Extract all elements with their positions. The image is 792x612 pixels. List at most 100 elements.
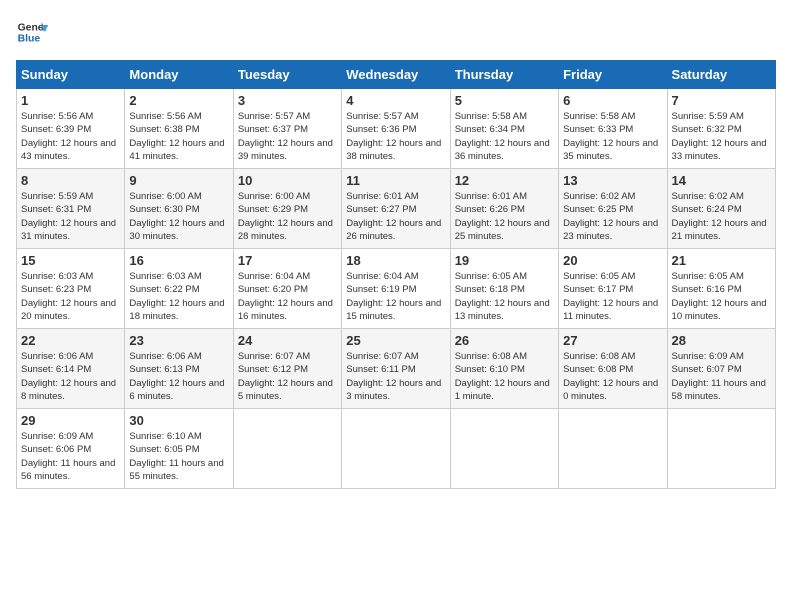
day-number: 4 (346, 93, 445, 108)
day-info: Sunrise: 6:07 AM Sunset: 6:11 PM Dayligh… (346, 350, 445, 403)
day-number: 8 (21, 173, 120, 188)
day-info: Sunrise: 6:06 AM Sunset: 6:14 PM Dayligh… (21, 350, 120, 403)
day-info: Sunrise: 5:59 AM Sunset: 6:31 PM Dayligh… (21, 190, 120, 243)
day-info: Sunrise: 5:58 AM Sunset: 6:34 PM Dayligh… (455, 110, 554, 163)
day-number: 22 (21, 333, 120, 348)
day-info: Sunrise: 6:08 AM Sunset: 6:10 PM Dayligh… (455, 350, 554, 403)
calendar-cell: 13 Sunrise: 6:02 AM Sunset: 6:25 PM Dayl… (559, 169, 667, 249)
calendar-cell: 15 Sunrise: 6:03 AM Sunset: 6:23 PM Dayl… (17, 249, 125, 329)
day-info: Sunrise: 6:03 AM Sunset: 6:22 PM Dayligh… (129, 270, 228, 323)
day-header-friday: Friday (559, 61, 667, 89)
day-number: 20 (563, 253, 662, 268)
calendar-cell (559, 409, 667, 489)
day-number: 13 (563, 173, 662, 188)
day-number: 10 (238, 173, 337, 188)
day-number: 6 (563, 93, 662, 108)
day-info: Sunrise: 6:05 AM Sunset: 6:18 PM Dayligh… (455, 270, 554, 323)
day-number: 1 (21, 93, 120, 108)
day-header-sunday: Sunday (17, 61, 125, 89)
day-number: 19 (455, 253, 554, 268)
day-info: Sunrise: 5:58 AM Sunset: 6:33 PM Dayligh… (563, 110, 662, 163)
day-info: Sunrise: 6:00 AM Sunset: 6:29 PM Dayligh… (238, 190, 337, 243)
day-info: Sunrise: 6:04 AM Sunset: 6:20 PM Dayligh… (238, 270, 337, 323)
day-info: Sunrise: 5:56 AM Sunset: 6:38 PM Dayligh… (129, 110, 228, 163)
calendar-cell: 18 Sunrise: 6:04 AM Sunset: 6:19 PM Dayl… (342, 249, 450, 329)
calendar-cell: 6 Sunrise: 5:58 AM Sunset: 6:33 PM Dayli… (559, 89, 667, 169)
day-header-wednesday: Wednesday (342, 61, 450, 89)
day-number: 16 (129, 253, 228, 268)
day-number: 12 (455, 173, 554, 188)
day-number: 7 (672, 93, 771, 108)
day-number: 2 (129, 93, 228, 108)
day-number: 28 (672, 333, 771, 348)
day-info: Sunrise: 6:01 AM Sunset: 6:27 PM Dayligh… (346, 190, 445, 243)
calendar-cell: 17 Sunrise: 6:04 AM Sunset: 6:20 PM Dayl… (233, 249, 341, 329)
calendar-cell: 12 Sunrise: 6:01 AM Sunset: 6:26 PM Dayl… (450, 169, 558, 249)
day-number: 25 (346, 333, 445, 348)
calendar-cell: 25 Sunrise: 6:07 AM Sunset: 6:11 PM Dayl… (342, 329, 450, 409)
day-info: Sunrise: 6:06 AM Sunset: 6:13 PM Dayligh… (129, 350, 228, 403)
svg-text:Blue: Blue (18, 34, 41, 45)
calendar-cell: 3 Sunrise: 5:57 AM Sunset: 6:37 PM Dayli… (233, 89, 341, 169)
day-number: 26 (455, 333, 554, 348)
day-info: Sunrise: 5:57 AM Sunset: 6:37 PM Dayligh… (238, 110, 337, 163)
week-row-5: 29 Sunrise: 6:09 AM Sunset: 6:06 PM Dayl… (17, 409, 776, 489)
day-info: Sunrise: 5:56 AM Sunset: 6:39 PM Dayligh… (21, 110, 120, 163)
day-info: Sunrise: 6:04 AM Sunset: 6:19 PM Dayligh… (346, 270, 445, 323)
calendar-cell (450, 409, 558, 489)
day-header-tuesday: Tuesday (233, 61, 341, 89)
calendar-cell: 20 Sunrise: 6:05 AM Sunset: 6:17 PM Dayl… (559, 249, 667, 329)
day-info: Sunrise: 6:10 AM Sunset: 6:05 PM Dayligh… (129, 430, 228, 483)
day-number: 18 (346, 253, 445, 268)
day-info: Sunrise: 6:09 AM Sunset: 6:06 PM Dayligh… (21, 430, 120, 483)
day-info: Sunrise: 6:02 AM Sunset: 6:24 PM Dayligh… (672, 190, 771, 243)
day-info: Sunrise: 5:57 AM Sunset: 6:36 PM Dayligh… (346, 110, 445, 163)
week-row-3: 15 Sunrise: 6:03 AM Sunset: 6:23 PM Dayl… (17, 249, 776, 329)
day-number: 17 (238, 253, 337, 268)
calendar-cell: 30 Sunrise: 6:10 AM Sunset: 6:05 PM Dayl… (125, 409, 233, 489)
day-header-monday: Monday (125, 61, 233, 89)
week-row-4: 22 Sunrise: 6:06 AM Sunset: 6:14 PM Dayl… (17, 329, 776, 409)
calendar-cell: 27 Sunrise: 6:08 AM Sunset: 6:08 PM Dayl… (559, 329, 667, 409)
calendar-cell: 29 Sunrise: 6:09 AM Sunset: 6:06 PM Dayl… (17, 409, 125, 489)
week-row-1: 1 Sunrise: 5:56 AM Sunset: 6:39 PM Dayli… (17, 89, 776, 169)
calendar-cell: 5 Sunrise: 5:58 AM Sunset: 6:34 PM Dayli… (450, 89, 558, 169)
calendar-cell: 10 Sunrise: 6:00 AM Sunset: 6:29 PM Dayl… (233, 169, 341, 249)
day-info: Sunrise: 6:02 AM Sunset: 6:25 PM Dayligh… (563, 190, 662, 243)
calendar-cell: 11 Sunrise: 6:01 AM Sunset: 6:27 PM Dayl… (342, 169, 450, 249)
day-number: 23 (129, 333, 228, 348)
calendar-cell: 16 Sunrise: 6:03 AM Sunset: 6:22 PM Dayl… (125, 249, 233, 329)
calendar-cell: 26 Sunrise: 6:08 AM Sunset: 6:10 PM Dayl… (450, 329, 558, 409)
calendar-cell: 24 Sunrise: 6:07 AM Sunset: 6:12 PM Dayl… (233, 329, 341, 409)
day-info: Sunrise: 6:05 AM Sunset: 6:16 PM Dayligh… (672, 270, 771, 323)
calendar-cell (233, 409, 341, 489)
day-info: Sunrise: 6:08 AM Sunset: 6:08 PM Dayligh… (563, 350, 662, 403)
day-number: 11 (346, 173, 445, 188)
calendar-cell (667, 409, 775, 489)
calendar-cell: 21 Sunrise: 6:05 AM Sunset: 6:16 PM Dayl… (667, 249, 775, 329)
day-info: Sunrise: 6:09 AM Sunset: 6:07 PM Dayligh… (672, 350, 771, 403)
calendar-cell: 8 Sunrise: 5:59 AM Sunset: 6:31 PM Dayli… (17, 169, 125, 249)
header: General Blue (16, 16, 776, 48)
logo: General Blue (16, 16, 48, 48)
calendar-cell: 22 Sunrise: 6:06 AM Sunset: 6:14 PM Dayl… (17, 329, 125, 409)
day-number: 15 (21, 253, 120, 268)
day-number: 3 (238, 93, 337, 108)
calendar-cell: 2 Sunrise: 5:56 AM Sunset: 6:38 PM Dayli… (125, 89, 233, 169)
calendar-cell: 4 Sunrise: 5:57 AM Sunset: 6:36 PM Dayli… (342, 89, 450, 169)
calendar-table: SundayMondayTuesdayWednesdayThursdayFrid… (16, 60, 776, 489)
calendar-cell: 28 Sunrise: 6:09 AM Sunset: 6:07 PM Dayl… (667, 329, 775, 409)
day-number: 27 (563, 333, 662, 348)
calendar-cell: 23 Sunrise: 6:06 AM Sunset: 6:13 PM Dayl… (125, 329, 233, 409)
day-header-saturday: Saturday (667, 61, 775, 89)
day-header-thursday: Thursday (450, 61, 558, 89)
header-row: SundayMondayTuesdayWednesdayThursdayFrid… (17, 61, 776, 89)
day-number: 30 (129, 413, 228, 428)
day-number: 29 (21, 413, 120, 428)
day-number: 21 (672, 253, 771, 268)
calendar-cell: 1 Sunrise: 5:56 AM Sunset: 6:39 PM Dayli… (17, 89, 125, 169)
calendar-cell: 9 Sunrise: 6:00 AM Sunset: 6:30 PM Dayli… (125, 169, 233, 249)
calendar-cell: 19 Sunrise: 6:05 AM Sunset: 6:18 PM Dayl… (450, 249, 558, 329)
day-number: 9 (129, 173, 228, 188)
day-number: 5 (455, 93, 554, 108)
